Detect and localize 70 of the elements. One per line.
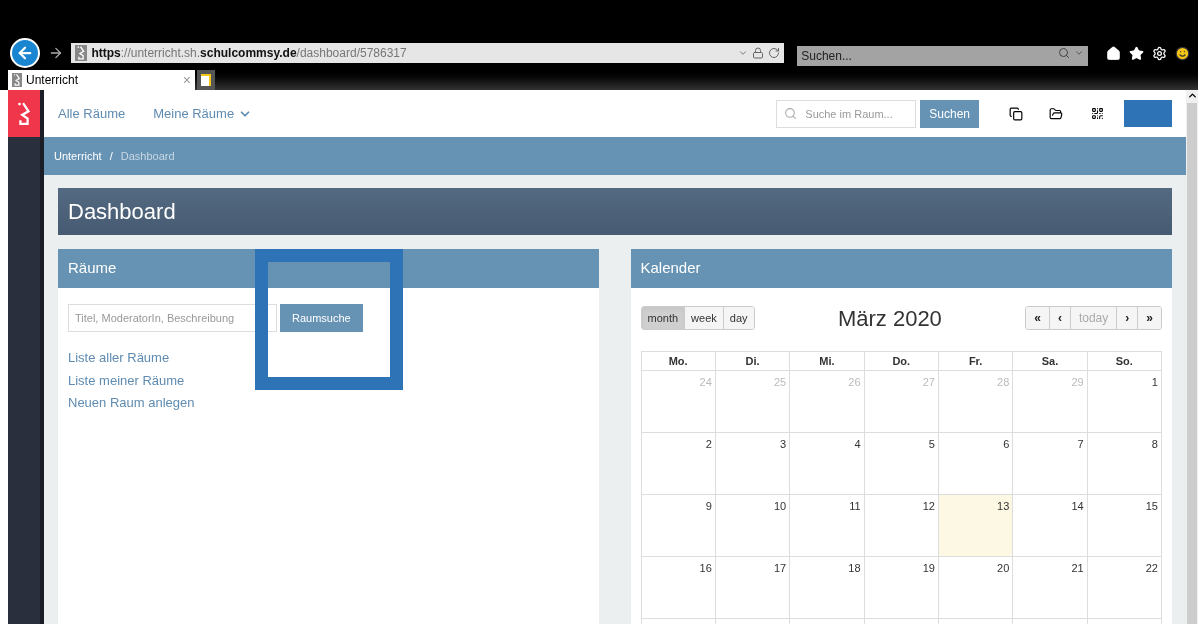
nav-link[interactable]: Alle Räume: [58, 103, 126, 124]
page-title: Dashboard: [68, 198, 176, 226]
day-cell[interactable]: 5: [864, 433, 939, 495]
calendar-nav-button[interactable]: «: [1026, 307, 1049, 329]
weekday-header: Mo.: [641, 352, 716, 371]
tab-title: Unterricht: [26, 72, 79, 89]
refresh-icon[interactable]: [768, 47, 781, 59]
panel-title: Kalender: [640, 258, 701, 279]
day-cell[interactable]: 13: [938, 495, 1014, 557]
day-cell[interactable]: 20: [938, 557, 1014, 619]
breadcrumb-separator: /: [109, 148, 113, 164]
room-search-field[interactable]: Suche im Raum...: [776, 99, 917, 128]
search-icon: [784, 106, 798, 120]
browser-search-field[interactable]: Suchen...: [797, 46, 1088, 66]
day-cell[interactable]: 11: [790, 495, 865, 557]
day-cell[interactable]: 9: [641, 495, 716, 557]
copy-icon[interactable]: [1009, 106, 1023, 121]
day-cell[interactable]: 4: [790, 433, 865, 495]
scroll-up-icon[interactable]: [1186, 90, 1198, 101]
day-cell[interactable]: 3: [715, 433, 791, 495]
day-cell[interactable]: 22: [1087, 557, 1162, 619]
room-link[interactable]: Neuen Raum anlegen: [68, 393, 195, 413]
home-icon[interactable]: [1106, 45, 1121, 61]
weekday-header: Mi.: [790, 352, 865, 371]
room-link[interactable]: Liste aller Räume: [68, 348, 170, 368]
day-cell[interactable]: 10: [715, 495, 791, 557]
day-cell[interactable]: 14: [1013, 495, 1088, 557]
calendar-nav-button[interactable]: ›: [1116, 307, 1138, 329]
lock-icon: [752, 47, 765, 59]
address-bar[interactable]: https://unterricht.sh.schulcommsy.de/dashboard/5786317: [71, 43, 785, 63]
day-cell[interactable]: 19: [864, 557, 939, 619]
smiley-icon[interactable]: [1175, 45, 1190, 61]
back-button[interactable]: [10, 38, 40, 68]
logo-icon: [12, 73, 22, 87]
view-tab[interactable]: week: [684, 307, 723, 329]
day-cell[interactable]: 16: [641, 557, 716, 619]
view-tab[interactable]: month: [641, 307, 685, 329]
folder-icon[interactable]: [1049, 106, 1063, 121]
calendar-nav-button[interactable]: »: [1137, 307, 1161, 329]
weekday-header: Di.: [715, 352, 791, 371]
settings-icon[interactable]: [1152, 45, 1167, 61]
room-link[interactable]: Liste meiner Räume: [68, 370, 185, 390]
month-title: März 2020: [837, 304, 942, 333]
url-text: https://unterricht.sh.schulcommsy.de/dashboard/5786317: [91, 45, 408, 62]
search-icon[interactable]: [1058, 47, 1070, 59]
panel-title: Räume: [68, 258, 117, 279]
nav-link[interactable]: Meine Räume: [153, 103, 253, 124]
day-cell[interactable]: 12: [864, 495, 939, 557]
day-cell[interactable]: 17: [715, 557, 791, 619]
star-icon[interactable]: [1129, 45, 1144, 61]
browser-tab[interactable]: Unterricht ×: [8, 70, 195, 90]
weekday-header: Fr.: [938, 352, 1014, 371]
scrollbar[interactable]: [1186, 90, 1198, 624]
day-cell[interactable]: 1: [1087, 371, 1162, 433]
calendar-nav-button[interactable]: ‹: [1048, 307, 1070, 329]
day-cell[interactable]: 2: [641, 433, 716, 495]
logo-icon: [75, 45, 88, 61]
day-cell[interactable]: 7: [1013, 433, 1088, 495]
weekday-header: Sa.: [1013, 352, 1088, 371]
day-cell[interactable]: 21: [1013, 557, 1088, 619]
room-search-input[interactable]: Titel, ModeratorIn, Beschreibung: [68, 304, 277, 332]
day-cell[interactable]: 15: [1087, 495, 1162, 557]
qr-code-icon[interactable]: [1091, 107, 1104, 120]
logo-tile[interactable]: [8, 90, 40, 137]
day-cell[interactable]: 8: [1087, 433, 1162, 495]
view-tab[interactable]: day: [722, 307, 754, 329]
weekday-header: So.: [1087, 352, 1162, 371]
new-tab-button[interactable]: [197, 70, 215, 90]
day-cell[interactable]: 18: [790, 557, 865, 619]
weekday-header: Do.: [864, 352, 939, 371]
